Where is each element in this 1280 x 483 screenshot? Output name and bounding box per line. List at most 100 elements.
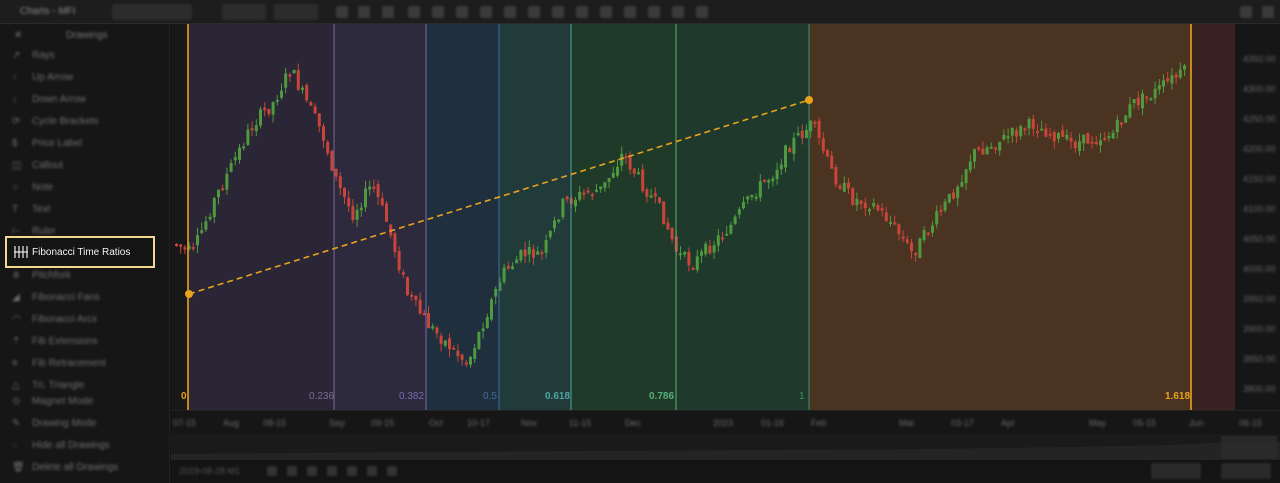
- sidebar-item-pitchfork[interactable]: ⋔ Pitchfork: [0, 265, 170, 287]
- toolbar-icon[interactable]: [432, 6, 444, 18]
- candle-body: [973, 149, 976, 162]
- fibonacci-time-ratios-highlight[interactable]: Fibonacci Time Ratios: [5, 236, 155, 268]
- toolbar-icon[interactable]: [672, 6, 684, 18]
- close-icon[interactable]: ✕: [14, 30, 22, 41]
- sidebar-item-arrow-down[interactable]: ↓ Down Arrow: [0, 89, 170, 111]
- candle-body: [200, 230, 204, 233]
- sidebar-item-fib-extension[interactable]: ⇡ Fib Extensions: [0, 331, 170, 353]
- trendline-anchor-handle[interactable]: [185, 290, 193, 298]
- zoom-icon[interactable]: [327, 466, 337, 476]
- zoom-icon[interactable]: [307, 466, 317, 476]
- toolbar-icon[interactable]: [504, 6, 516, 18]
- zoom-icon[interactable]: [347, 466, 357, 476]
- sidebar-item-drawing-mode[interactable]: ✎ Drawing Mode: [0, 413, 170, 435]
- candle-body: [506, 266, 510, 269]
- candle-body: [548, 230, 552, 238]
- time-axis[interactable]: 07-15 Aug 08-15 Sep 09-15 Oct 10-17 Nov 11-15 Dec…: [171, 410, 1280, 434]
- sidebar-item-cycle[interactable]: ⟳ Cycle Brackets: [0, 111, 170, 133]
- fib-level-label: 0.236: [309, 391, 335, 402]
- zoom-icon[interactable]: [387, 466, 397, 476]
- trend-line-icon: ↗: [12, 50, 21, 61]
- sidebar-item-label: Delete all Drawings: [32, 462, 119, 473]
- trendline-anchor-handle[interactable]: [805, 96, 813, 104]
- candle-body: [578, 191, 582, 200]
- sidebar-item-text[interactable]: T Text: [0, 199, 170, 221]
- note-icon: ○: [12, 182, 19, 193]
- zoom-icon[interactable]: [287, 466, 297, 476]
- toolbar-icon[interactable]: [696, 6, 708, 18]
- zoom-icon[interactable]: [267, 466, 277, 476]
- candle-body: [238, 147, 241, 160]
- toolbar-icon[interactable]: [336, 6, 348, 18]
- time-tick-label: 11-15: [569, 418, 592, 428]
- toolbar-icon[interactable]: [382, 6, 394, 18]
- candle-body: [590, 194, 594, 197]
- toolbar-icon[interactable]: [624, 6, 636, 18]
- candle-body: [968, 161, 972, 171]
- candle-body: [851, 188, 855, 205]
- candle-body: [322, 126, 325, 141]
- toolbar-icon[interactable]: [456, 6, 468, 18]
- time-tick-label: Oct: [429, 418, 444, 428]
- candle-body: [653, 193, 657, 197]
- hide-icon: ◌: [12, 440, 18, 451]
- candle-body: [800, 130, 804, 139]
- range-navigator[interactable]: [171, 434, 1280, 460]
- toolbar-icon[interactable]: [358, 6, 370, 18]
- candle-body: [532, 249, 535, 258]
- candle-body: [313, 106, 317, 114]
- toolbar-icon[interactable]: [480, 6, 492, 18]
- toolbar-icon[interactable]: [528, 6, 540, 18]
- candle-body: [700, 251, 703, 256]
- sidebar-item-arrow-up[interactable]: ↑ Up Arrow: [0, 67, 170, 89]
- sidebar-item-fib-retracement[interactable]: ≡ Fib Retracement: [0, 353, 170, 375]
- sidebar-item-magnet[interactable]: ⊙ Magnet Mode: [0, 391, 170, 413]
- candle-body: [821, 138, 825, 152]
- reset-scale-button[interactable]: [1151, 463, 1201, 479]
- sidebar-item-price-label[interactable]: $ Price Label: [0, 133, 170, 155]
- toolbar-icon[interactable]: [552, 6, 564, 18]
- toolbar-icon[interactable]: [648, 6, 660, 18]
- sidebar-item-fib-arcs[interactable]: ◠ Fibonacci Arcs: [0, 309, 170, 331]
- candle-body: [805, 129, 808, 138]
- candle-body: [1069, 137, 1073, 142]
- chart-plot[interactable]: [171, 24, 1235, 410]
- study-button[interactable]: [274, 4, 318, 20]
- sidebar-item-trend-line[interactable]: ↗ Rays: [0, 45, 170, 67]
- candle-body: [754, 196, 758, 199]
- status-text: 2019-08-28 M1: [179, 466, 241, 476]
- fib-zone-extension: [1191, 24, 1235, 410]
- fib-retracement-icon: ≡: [12, 358, 18, 369]
- candle-body: [792, 137, 796, 154]
- sidebar-item-hide[interactable]: ◌ Hide all Drawings: [0, 435, 170, 457]
- sidebar-item-label: Fibonacci Arcs: [32, 314, 98, 325]
- sidebar-item-fib-fan[interactable]: ◢ Fibonacci Fans: [0, 287, 170, 309]
- price-axis[interactable]: 4350.00 4300.00 4250.00 4200.00 4150.00 4100.…: [1235, 24, 1280, 424]
- toolbar-icon[interactable]: [576, 6, 588, 18]
- price-tick-label: 4250.00: [1243, 114, 1276, 124]
- sidebar-item-note[interactable]: ○ Note: [0, 177, 170, 199]
- sidebar-item-delete[interactable]: 🗑 Delete all Drawings: [0, 457, 170, 479]
- candle-body: [208, 216, 212, 220]
- candle-body: [1090, 141, 1094, 144]
- candle-body: [494, 288, 498, 297]
- candle-body: [254, 125, 258, 132]
- drawing-mode-icon: ✎: [12, 418, 21, 429]
- zoom-icon[interactable]: [367, 466, 377, 476]
- candle-body: [1157, 85, 1161, 90]
- fib-fan-icon: ◢: [12, 292, 20, 303]
- candle-body: [1162, 80, 1165, 87]
- candle-body: [204, 221, 208, 230]
- settings-button[interactable]: [1221, 463, 1271, 479]
- candle-body: [1040, 128, 1044, 131]
- toolbar-icon[interactable]: [600, 6, 612, 18]
- interval-dropdown[interactable]: [112, 4, 192, 20]
- price-button[interactable]: [222, 4, 266, 20]
- candle-body: [1141, 93, 1144, 109]
- chart-canvas[interactable]: 0 0.236 0.382 0.5 0.618 0.786 1 1.618: [171, 24, 1235, 410]
- link-icon[interactable]: [1240, 6, 1252, 18]
- sidebar-item-callout[interactable]: ◫ Callout: [0, 155, 170, 177]
- candle-body: [847, 182, 850, 189]
- menu-icon[interactable]: [1262, 6, 1274, 18]
- toolbar-icon[interactable]: [408, 6, 420, 18]
